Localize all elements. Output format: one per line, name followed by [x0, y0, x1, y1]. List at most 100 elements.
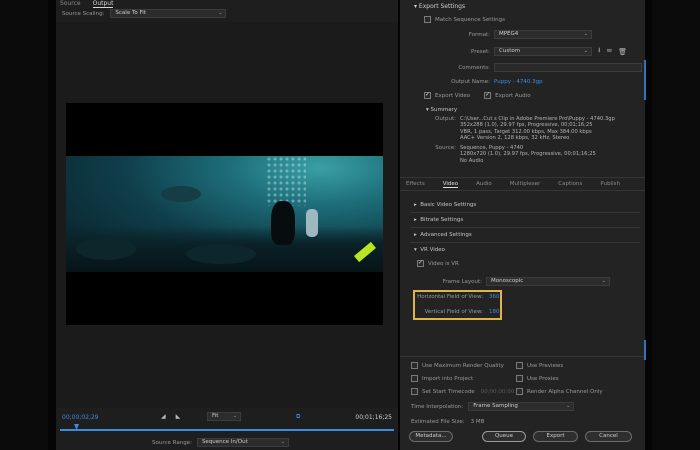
render-alpha-option: Render Alpha Channel Only [516, 388, 603, 395]
preset-label: Preset: [470, 48, 490, 55]
start-timecode-checkbox[interactable] [411, 388, 418, 395]
use-proxies-option: Use Proxies [516, 375, 559, 382]
queue-button[interactable]: Queue [482, 431, 526, 442]
timecode-duration: 00;01;16;25 [355, 414, 392, 421]
summary-output-text: C:\User...Cut s Clip in Adobe Premiere P… [460, 116, 615, 142]
time-interp-value: Frame Sampling [473, 403, 518, 409]
frame-layout-value: Monoscopic [491, 278, 524, 284]
tab-multiplexer[interactable]: Multiplexer [510, 181, 540, 188]
import-project-checkbox[interactable] [411, 375, 418, 382]
mark-buttons: ◢ ◣ [161, 413, 180, 420]
source-scaling-label: Source Scaling: [62, 10, 105, 17]
chevron-down-icon: ⌄ [218, 10, 223, 16]
source-range-value: Sequence In/Out [201, 439, 248, 445]
summary-source-label: Source: [435, 145, 456, 151]
frame-layout-label: Frame Layout: [442, 278, 482, 285]
time-interp-select[interactable]: Frame Sampling ⌄ [468, 402, 575, 411]
tab-audio[interactable]: Audio [476, 181, 492, 188]
vr-video-section[interactable]: ▾ VR Video [414, 247, 445, 253]
start-timecode-label: Set Start Timecode [422, 388, 475, 395]
use-previews-option: Use Previews [516, 362, 563, 369]
chevron-down-icon: ⌄ [566, 403, 571, 409]
export-settings-header[interactable]: ▾ Export Settings [414, 3, 465, 10]
zoom-value: Fit [212, 413, 219, 419]
settings-tabs: Effects Video Audio Multiplexer Captions… [406, 181, 620, 188]
mark-out-icon[interactable]: ◣ [176, 413, 181, 420]
comments-input[interactable] [494, 63, 642, 72]
comments-label: Comments: [458, 64, 490, 71]
basic-video-label: Basic Video Settings [420, 202, 477, 208]
scrollbar-lower[interactable] [644, 340, 646, 360]
cancel-button[interactable]: Cancel [585, 431, 632, 442]
timeline-bar: 00;00;02;29 ◢ ◣ Fit ⌄ ⧉ 00;01;16;25 Sour… [56, 408, 398, 450]
format-row: Format: MPEG4 ⌄ [430, 30, 592, 39]
export-button[interactable]: Export [533, 431, 578, 442]
format-value: MPEG4 [499, 31, 519, 37]
tab-video[interactable]: Video [442, 181, 459, 188]
scrollbar-upper[interactable] [644, 60, 646, 100]
export-video-label: Export Video [435, 92, 471, 99]
zoom-select[interactable]: Fit ⌄ [207, 412, 241, 421]
render-alpha-checkbox[interactable] [516, 388, 523, 395]
basic-video-section[interactable]: ▸ Basic Video Settings [414, 202, 476, 208]
tab-captions[interactable]: Captions [558, 181, 582, 188]
match-sequence-checkbox[interactable] [424, 16, 431, 23]
export-audio-checkbox[interactable] [484, 91, 492, 99]
frame-layout-select[interactable]: Monoscopic ⌄ [486, 277, 610, 286]
start-timecode-value[interactable]: 00;00;00;00 [481, 389, 515, 395]
preset-select[interactable]: Custom ⌄ [494, 47, 592, 56]
tab-output[interactable]: Output [92, 0, 114, 8]
export-audio-label: Export Audio [495, 92, 531, 99]
frame-layout-row: Frame Layout: Monoscopic ⌄ [420, 277, 610, 286]
save-preset-icon[interactable]: ⭳ [598, 46, 600, 57]
max-render-checkbox[interactable] [411, 362, 418, 369]
video-preview-image [66, 156, 383, 272]
aspect-lock-icon[interactable]: ⧉ [296, 413, 300, 421]
chevron-down-icon: ⌄ [280, 439, 285, 445]
mark-in-icon[interactable]: ◢ [161, 413, 166, 420]
format-label: Format: [468, 31, 490, 38]
video-is-vr-checkbox[interactable] [417, 259, 424, 267]
bitrate-label: Bitrate Settings [420, 217, 464, 223]
export-settings-title: Export Settings [418, 3, 466, 10]
chevron-down-icon: ⌄ [601, 278, 606, 284]
source-scaling-row: Source Scaling: Scale To Fit ⌄ [62, 9, 227, 18]
time-interp-row: Time Interpolation: Frame Sampling ⌄ [411, 402, 575, 411]
chevron-down-icon: ⌄ [583, 48, 588, 54]
advanced-section[interactable]: ▸ Advanced Settings [414, 232, 472, 238]
video-is-vr-row: Video is VR [417, 259, 459, 267]
preset-row: Preset: Custom ⌄ ⭳ ⮹ 🗑 [430, 46, 627, 57]
preview-tabs: Source Output [60, 0, 114, 8]
fov-highlight-box [413, 290, 502, 320]
format-select[interactable]: MPEG4 ⌄ [494, 30, 592, 39]
chevron-down-icon: ⌄ [583, 31, 588, 37]
output-name-label: Output Name: [451, 79, 490, 85]
use-previews-checkbox[interactable] [516, 362, 523, 369]
export-video-checkbox[interactable] [424, 91, 431, 99]
delete-preset-icon[interactable]: 🗑 [618, 48, 627, 56]
source-range-select[interactable]: Sequence In/Out ⌄ [196, 438, 289, 447]
export-audio-option: Export Audio [484, 91, 531, 99]
vr-video-label: VR Video [420, 247, 446, 253]
bitrate-section[interactable]: ▸ Bitrate Settings [414, 217, 463, 223]
tab-effects[interactable]: Effects [406, 181, 425, 188]
est-size-row: Estimated File Size: 3 MB [411, 419, 484, 425]
use-proxies-checkbox[interactable] [516, 375, 523, 382]
metadata-button[interactable]: Metadata... [409, 431, 453, 442]
tab-source[interactable]: Source [60, 0, 81, 8]
import-preset-icon[interactable]: ⮹ [606, 47, 612, 56]
right-border [652, 0, 700, 450]
summary-title: Summary [430, 107, 458, 113]
match-sequence-label: Match Sequence Settings [435, 16, 505, 23]
summary-header[interactable]: ▾ Summary [426, 107, 457, 113]
timeline-track[interactable] [60, 429, 394, 431]
video-is-vr-label: Video is VR [428, 260, 459, 267]
timecode-current[interactable]: 00;00;02;29 [62, 414, 99, 421]
source-scaling-select[interactable]: Scale To Fit ⌄ [110, 9, 227, 18]
tab-publish[interactable]: Publish [600, 181, 620, 188]
export-av-row: Export Video Export Audio [424, 91, 531, 99]
source-range-label: Source Range: [152, 439, 192, 446]
summary-source-text: Sequence, Puppy - 4740 1280x720 (1.0), 2… [460, 145, 596, 164]
output-name-link[interactable]: Puppy - 4740.3gp [494, 79, 543, 85]
max-render-option: Use Maximum Render Quality [411, 362, 504, 369]
